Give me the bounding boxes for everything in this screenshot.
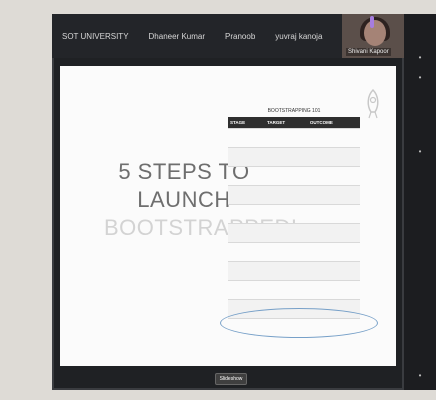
header-cell: STAGE — [228, 117, 266, 129]
participant-bar: SOT UNIVERSITY Dhaneer Kumar Pranoob yuv… — [52, 14, 404, 58]
table-cell — [307, 280, 360, 300]
highlight-ellipse — [220, 308, 378, 338]
table-row — [228, 166, 360, 186]
table-cell — [228, 128, 266, 148]
table-cell — [265, 280, 308, 300]
rocket-icon — [367, 88, 379, 119]
participant-tile[interactable]: Pranoob — [215, 14, 265, 58]
table-cell — [307, 223, 360, 243]
table-cell — [265, 128, 308, 148]
table-cell — [265, 185, 308, 205]
participant-tile[interactable]: yuvraj kanoja — [265, 14, 332, 58]
table-cell — [307, 204, 360, 224]
rail-icon[interactable]: • — [414, 146, 426, 158]
table-cell — [265, 147, 308, 167]
table-row — [228, 185, 360, 205]
table-cell — [307, 166, 360, 186]
table-row — [228, 128, 360, 148]
table-cell — [265, 204, 308, 224]
table-row — [228, 242, 360, 262]
table-cell — [228, 185, 266, 205]
slide-toolbar: Slideshow — [60, 370, 396, 388]
table-cell — [228, 242, 266, 262]
table-cell — [228, 223, 266, 243]
table-cell — [228, 166, 266, 186]
rail-icon[interactable]: • — [414, 52, 426, 64]
table-cell — [228, 204, 266, 224]
header-cell: OUTCOME — [307, 117, 360, 129]
mic-icon[interactable] — [370, 16, 374, 28]
participant-tile[interactable]: Dhaneer Kumar — [139, 14, 215, 58]
table-cell — [307, 242, 360, 262]
video-face — [364, 20, 386, 46]
table-cell — [265, 261, 308, 281]
table-cell — [307, 147, 360, 167]
table-cell — [265, 166, 308, 186]
table-header-row: STAGE TARGET OUTCOME — [228, 117, 360, 129]
table-row — [228, 261, 360, 281]
table-row — [228, 147, 360, 167]
table-cell — [228, 280, 266, 300]
rail-icon[interactable]: • — [414, 370, 426, 382]
rail-icon[interactable]: • — [414, 72, 426, 84]
table-cell — [307, 185, 360, 205]
table-row — [228, 280, 360, 300]
table-cell — [307, 261, 360, 281]
table-title: BOOTSTRAPPING 101 — [267, 108, 321, 114]
video-participant-name: Shivani Kapoor — [346, 48, 391, 56]
header-cell: TARGET — [265, 117, 308, 129]
participant-tile[interactable]: SOT UNIVERSITY — [52, 14, 139, 58]
table-cell — [228, 261, 266, 281]
table-cell — [265, 223, 308, 243]
table-row — [228, 204, 360, 224]
right-rail: • • • • — [404, 14, 436, 390]
presentation-slide: 5 STEPS TO LAUNCH BOOTSTRAPPED! BOOTSTRA… — [60, 66, 396, 366]
table-cell — [307, 128, 360, 148]
slideshow-button[interactable]: Slideshow — [214, 373, 248, 385]
data-table: STAGE TARGET OUTCOME — [228, 117, 360, 337]
table-cell — [265, 242, 308, 262]
meeting-window: SOT UNIVERSITY Dhaneer Kumar Pranoob yuv… — [52, 14, 404, 390]
table-cell — [228, 147, 266, 167]
table-row — [228, 223, 360, 243]
